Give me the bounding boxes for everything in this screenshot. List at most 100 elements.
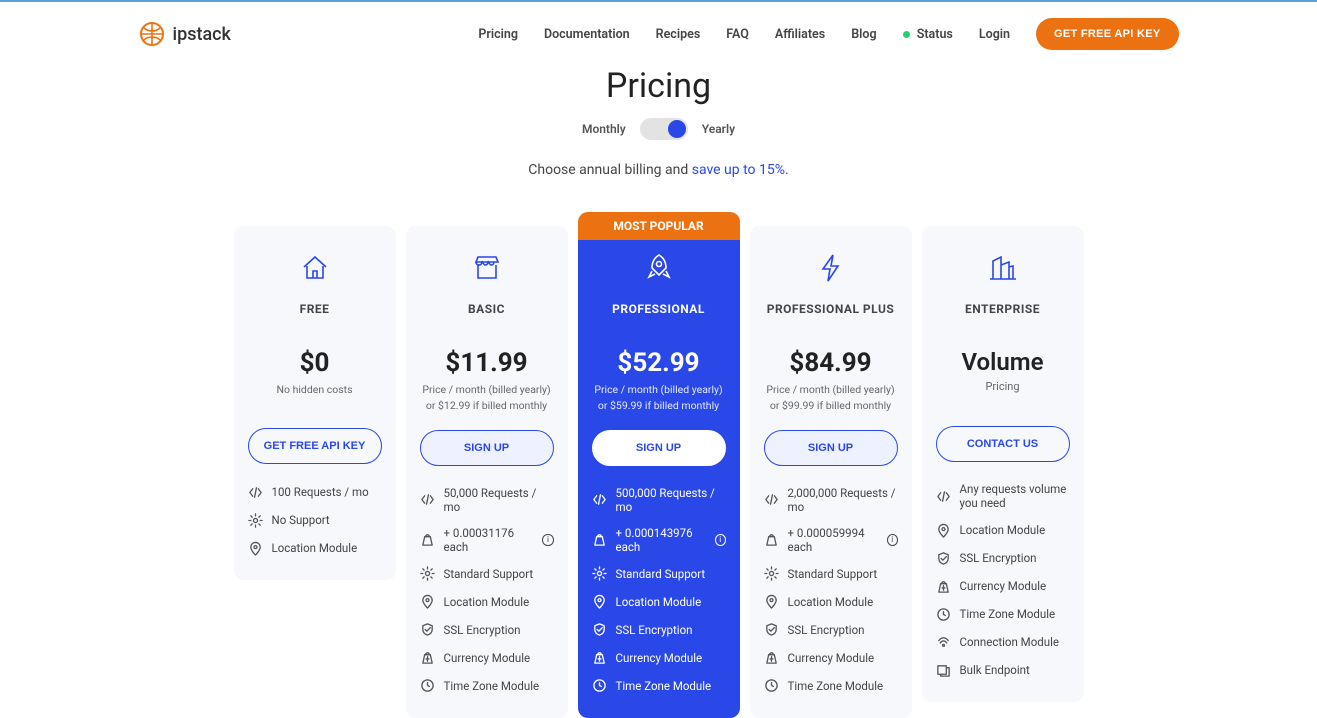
buildings-icon xyxy=(936,252,1070,288)
feature-text: Currency Module xyxy=(444,651,531,665)
signal-icon xyxy=(936,634,952,650)
feature-text: Connection Module xyxy=(960,635,1060,649)
nav-documentation[interactable]: Documentation xyxy=(544,27,630,42)
plan-card-professional-plus: PROFESSIONAL PLUS $84.99 Price / month (… xyxy=(750,226,912,718)
feature-text: Standard Support xyxy=(788,567,878,581)
feature-text: Location Module xyxy=(272,541,358,555)
feature-text: SSL Encryption xyxy=(444,623,521,637)
feature-text: 500,000 Requests / mo xyxy=(616,486,726,514)
nav-faq[interactable]: FAQ xyxy=(726,27,749,42)
feature-list: Any requests volume you needLocation Mod… xyxy=(936,482,1070,678)
feature-row: Standard Support xyxy=(764,566,898,582)
top-nav: ipstack Pricing Documentation Recipes FA… xyxy=(139,2,1179,60)
enterprise-sub: Pricing xyxy=(936,380,1070,410)
plan-price-sub: No hidden costs xyxy=(248,382,382,412)
status-dot-icon xyxy=(903,31,910,38)
brand-name: ipstack xyxy=(173,24,231,45)
clock-icon xyxy=(592,678,608,694)
toggle-knob xyxy=(668,120,686,138)
feature-row: + 0.000059994 eachi xyxy=(764,526,898,554)
free-cta-button[interactable]: GET FREE API KEY xyxy=(248,428,382,464)
feature-row: SSL Encryption xyxy=(764,622,898,638)
feature-text: Currency Module xyxy=(616,651,703,665)
feature-text: Time Zone Module xyxy=(616,679,712,693)
feature-row: Time Zone Module xyxy=(592,678,726,694)
nav-blog[interactable]: Blog xyxy=(851,27,876,42)
feature-text: Standard Support xyxy=(444,567,534,581)
house-icon xyxy=(248,252,382,288)
feature-text: + 0.00031176 each xyxy=(444,526,533,554)
billing-toggle[interactable] xyxy=(640,118,688,140)
plan-card-professional: MOST POPULAR PROFESSIONAL $52.99 Price /… xyxy=(578,226,740,718)
feature-row: Time Zone Module xyxy=(764,678,898,694)
plan-name: PROFESSIONAL PLUS xyxy=(764,302,898,316)
info-icon[interactable]: i xyxy=(715,534,726,546)
feature-text: 100 Requests / mo xyxy=(272,485,369,499)
feature-text: SSL Encryption xyxy=(788,623,865,637)
code-icon xyxy=(592,492,608,508)
feature-text: 50,000 Requests / mo xyxy=(444,486,554,514)
feature-row: 2,000,000 Requests / mo xyxy=(764,486,898,514)
bag-icon xyxy=(592,532,608,548)
nav-recipes[interactable]: Recipes xyxy=(656,27,701,42)
code-icon xyxy=(420,492,436,508)
feature-text: Any requests volume you need xyxy=(960,482,1070,510)
pin-icon xyxy=(248,540,264,556)
bag-icon xyxy=(420,532,436,548)
plan-price-sub: Price / month (billed yearly) or $59.99 … xyxy=(592,382,726,414)
nav-pricing[interactable]: Pricing xyxy=(478,27,518,42)
info-icon[interactable]: i xyxy=(542,534,553,546)
feature-row: SSL Encryption xyxy=(592,622,726,638)
plan-name: PROFESSIONAL xyxy=(592,302,726,316)
pro-signup-button[interactable]: SIGN UP xyxy=(592,430,726,466)
toggle-label-monthly[interactable]: Monthly xyxy=(582,122,626,136)
shield-icon xyxy=(764,622,780,638)
brand-logo[interactable]: ipstack xyxy=(139,21,231,47)
enterprise-volume: Volume xyxy=(936,348,1070,376)
feature-text: 2,000,000 Requests / mo xyxy=(788,486,898,514)
nav-affiliates[interactable]: Affiliates xyxy=(775,27,825,42)
plan-name: FREE xyxy=(248,302,382,316)
clock-icon xyxy=(764,678,780,694)
feature-text: SSL Encryption xyxy=(616,623,693,637)
feature-list: 50,000 Requests / mo + 0.00031176 each i St… xyxy=(420,486,554,694)
feature-row: + 0.000143976 eachi xyxy=(592,526,726,554)
basic-signup-button[interactable]: SIGN UP xyxy=(420,430,554,466)
pin-icon xyxy=(764,594,780,610)
feature-text: Time Zone Module xyxy=(444,679,540,693)
feature-text: Currency Module xyxy=(788,651,875,665)
currency-icon xyxy=(936,578,952,594)
feature-row: Location Module xyxy=(248,540,382,556)
shield-icon xyxy=(420,622,436,638)
nav-links: Pricing Documentation Recipes FAQ Affili… xyxy=(478,18,1178,50)
feature-row: Currency Module xyxy=(420,650,554,666)
enterprise-contact-button[interactable]: CONTACT US xyxy=(936,426,1070,462)
proplus-signup-button[interactable]: SIGN UP xyxy=(764,430,898,466)
plan-card-enterprise: ENTERPRISE Volume Pricing CONTACT US Any… xyxy=(922,226,1084,702)
plan-price-sub: Price / month (billed yearly) or $99.99 … xyxy=(764,382,898,414)
feature-row: 100 Requests / mo xyxy=(248,484,382,500)
subtitle-prefix: Choose annual billing and xyxy=(528,162,691,178)
plan-card-free: FREE $0 No hidden costs GET FREE API KEY… xyxy=(234,226,396,580)
rocket-icon xyxy=(592,252,726,288)
nav-login[interactable]: Login xyxy=(979,27,1010,42)
feature-text: Location Module xyxy=(788,595,874,609)
feature-row: Bulk Endpoint xyxy=(936,662,1070,678)
feature-row: Time Zone Module xyxy=(420,678,554,694)
clock-icon xyxy=(420,678,436,694)
feature-row: Connection Module xyxy=(936,634,1070,650)
currency-icon xyxy=(764,650,780,666)
feature-list: 100 Requests / moNo SupportLocation Modu… xyxy=(248,484,382,556)
feature-text: Standard Support xyxy=(616,567,706,581)
plan-name: ENTERPRISE xyxy=(936,302,1070,316)
get-api-key-button[interactable]: GET FREE API KEY xyxy=(1036,18,1178,50)
feature-row: SSL Encryption xyxy=(420,622,554,638)
subtitle-link[interactable]: save up to 15% xyxy=(692,162,785,178)
toggle-label-yearly[interactable]: Yearly xyxy=(702,122,735,136)
nav-status[interactable]: Status xyxy=(903,27,953,42)
feature-text: Location Module xyxy=(444,595,530,609)
plan-price: $84.99 xyxy=(764,348,898,378)
pin-icon xyxy=(592,594,608,610)
gear-icon xyxy=(592,566,608,582)
info-icon[interactable]: i xyxy=(887,534,898,546)
